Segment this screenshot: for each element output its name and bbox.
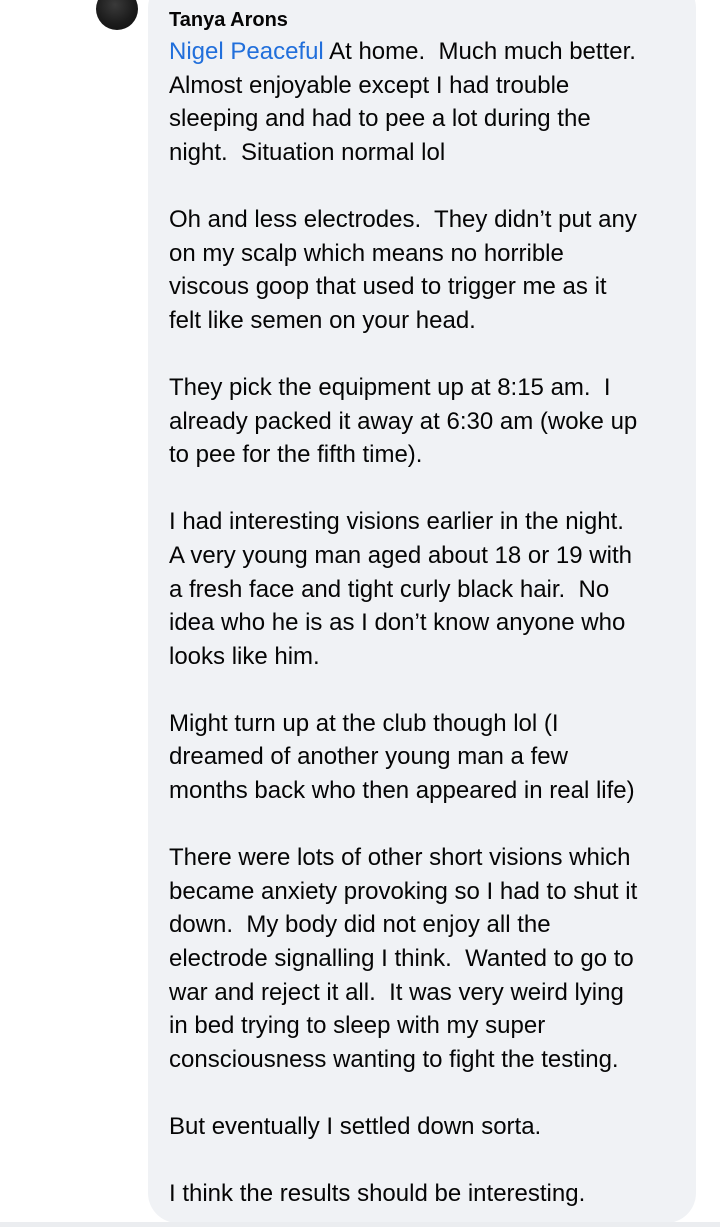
comment-paragraph-8: I think the results should be interestin…	[169, 1180, 586, 1208]
bottom-divider	[0, 1222, 720, 1227]
comment-paragraph-3: They pick the equipment up at 8:15 am. I…	[169, 373, 638, 469]
mention-link[interactable]: Nigel Peaceful	[169, 38, 324, 65]
comment-paragraph-7: But eventually I settled down sorta.	[169, 1113, 542, 1140]
comment-paragraph-6: There were lots of other short visions w…	[169, 844, 638, 1073]
comment-paragraph-1: Nigel Peaceful At home. Much much better…	[169, 35, 674, 169]
comment-paragraph-5: Might turn up at the club though lol (I …	[169, 709, 635, 805]
comment-author[interactable]: Tanya Arons	[169, 8, 674, 35]
comment-bubble: Tanya Arons Nigel Peaceful At home. Much…	[148, 0, 696, 1223]
comment-paragraph-4: I had interesting visions earlier in the…	[169, 508, 632, 670]
comment-paragraph-2: Oh and less electrodes. They didn’t put …	[169, 205, 637, 334]
avatar[interactable]	[96, 0, 138, 30]
